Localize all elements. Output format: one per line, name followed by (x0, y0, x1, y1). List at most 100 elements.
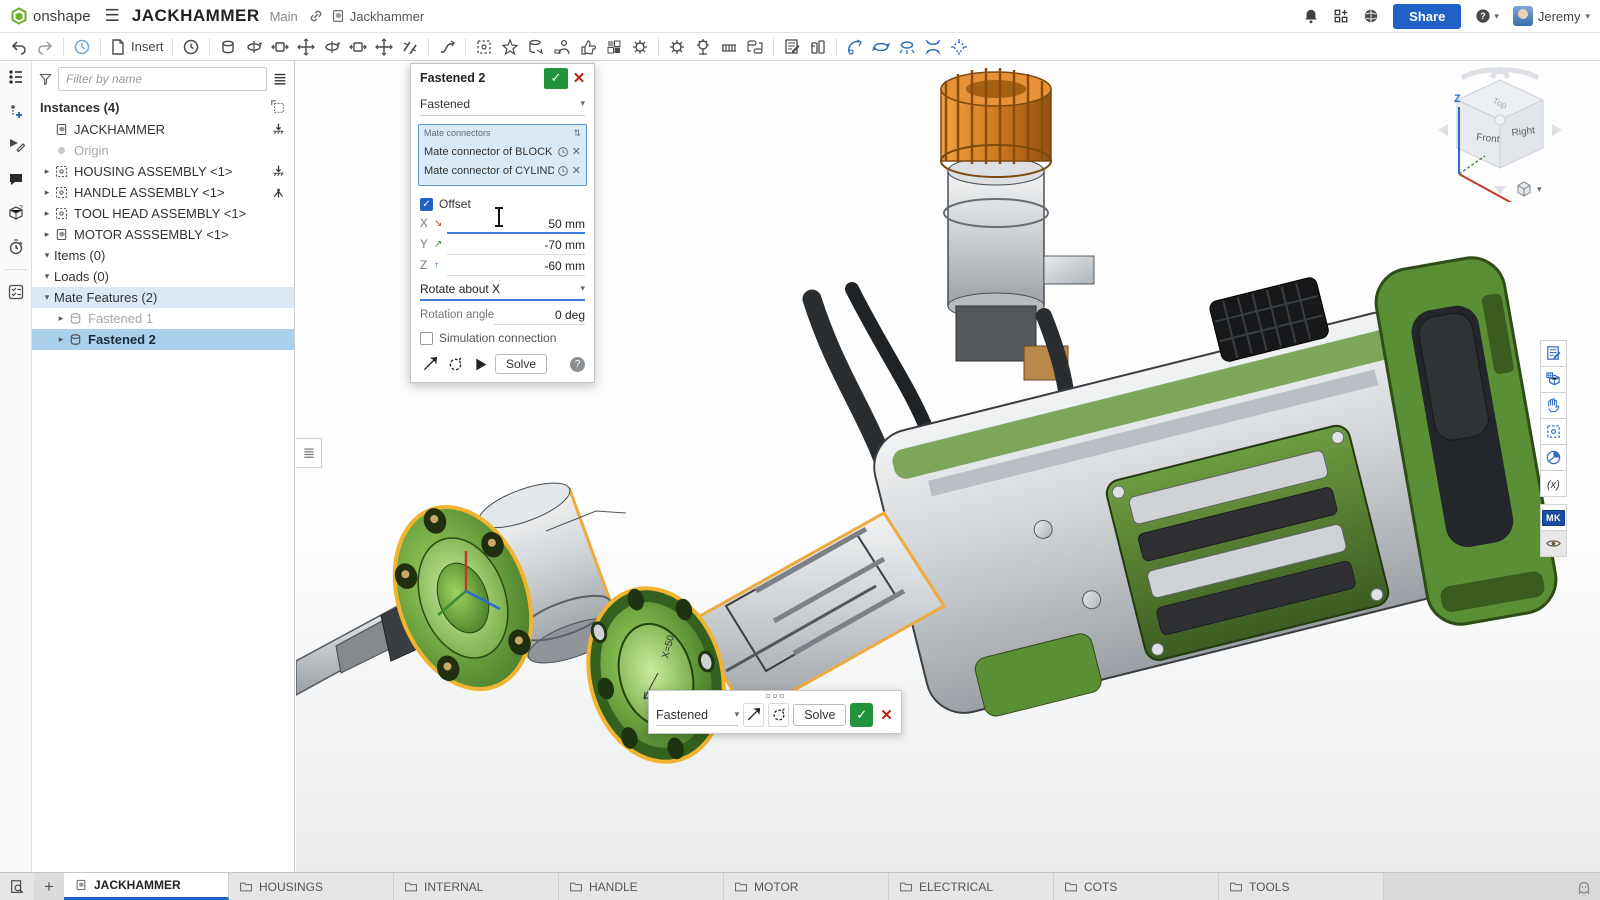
chevron-right-icon[interactable]: ▸ (40, 166, 54, 177)
ghost-icon[interactable] (1576, 879, 1592, 895)
selection-tools-button[interactable] (1540, 392, 1567, 419)
versions-panel-button[interactable] (3, 235, 29, 259)
insert-button[interactable]: Insert (106, 35, 167, 59)
redo-button[interactable] (32, 35, 58, 59)
revolute-mate-button[interactable] (241, 35, 267, 59)
mini-solve-button[interactable]: Solve (793, 704, 846, 726)
offset-z-input[interactable]: -60 mm (447, 256, 585, 276)
help-menu[interactable]: ▾ (1475, 8, 1499, 24)
cylindrical-mate-button[interactable] (319, 35, 345, 59)
panel-flyout-handle[interactable] (296, 438, 322, 468)
toolbar-drag-handle[interactable] (649, 691, 901, 701)
snapshot-button[interactable] (946, 35, 972, 59)
free-drag-icon[interactable] (445, 354, 465, 374)
reorder-icon[interactable]: ⇅ (573, 128, 581, 139)
tab-electrical[interactable]: ELECTRICAL (889, 873, 1054, 900)
solve-button[interactable]: Solve (495, 354, 547, 374)
tab-handle[interactable]: HANDLE (559, 873, 724, 900)
app-store-icon[interactable] (1333, 8, 1349, 24)
sprocket-button[interactable] (690, 35, 716, 59)
logo-wordmark[interactable]: onshape (33, 8, 91, 25)
tab-internal[interactable]: INTERNAL (394, 873, 559, 900)
tree-item-origin[interactable]: Origin (32, 140, 294, 161)
configurations-panel-button[interactable] (3, 99, 29, 123)
tree-section-mate-features[interactable]: ▾ Mate Features (2) (32, 287, 294, 308)
add-tab-button[interactable]: + (34, 873, 64, 900)
clock-icon[interactable] (557, 165, 569, 177)
collapse-view-button[interactable] (920, 35, 946, 59)
hidden-parts-button[interactable] (1540, 418, 1567, 445)
mini-mate-type-select[interactable]: Fastened ▾ (656, 704, 739, 726)
tab-motor[interactable]: MOTOR (724, 873, 889, 900)
tab-housings[interactable]: HOUSINGS (229, 873, 394, 900)
filter-funnel-icon[interactable] (38, 72, 53, 87)
mini-accept-button[interactable]: ✓ (850, 703, 873, 727)
chevron-down-icon[interactable]: ▾ (40, 271, 54, 282)
update-button[interactable] (69, 35, 95, 59)
linked-document[interactable]: Jackhammer (330, 8, 424, 24)
tree-section-loads[interactable]: ▾ Loads (0) (32, 266, 294, 287)
notifications-bell-icon[interactable] (1303, 8, 1319, 24)
mini-mate-connector-button[interactable] (743, 703, 764, 727)
tab-jackhammer[interactable]: JACKHAMMER (64, 873, 229, 900)
mkcad-app-button[interactable]: MK (1540, 504, 1567, 531)
tree-section-items[interactable]: ▾ Items (0) (32, 245, 294, 266)
checklist-panel-button[interactable] (3, 280, 29, 304)
simulation-checkbox[interactable] (420, 332, 433, 345)
document-title[interactable]: JACKHAMMER (132, 6, 260, 26)
user-menu[interactable]: Jeremy ▾ (1513, 6, 1590, 26)
mate-connector-row[interactable]: Mate connector of CYLIND... ✕ (424, 161, 581, 180)
tree-item-fastened-2[interactable]: ▸ Fastened 2 (32, 329, 294, 350)
chevron-down-icon[interactable]: ▾ (40, 292, 54, 303)
link-icon[interactable] (308, 8, 324, 24)
exploded-view-button[interactable] (894, 35, 920, 59)
group-button[interactable] (471, 35, 497, 59)
comments-panel-button[interactable] (3, 167, 29, 191)
insert-position-button[interactable] (549, 35, 575, 59)
search-tabs-button[interactable] (0, 873, 34, 900)
workspace-name[interactable]: Main (270, 9, 298, 24)
offset-x-input[interactable]: 50 mm (447, 214, 585, 234)
section-view-button[interactable] (842, 35, 868, 59)
tree-item-tool-head-assembly[interactable]: ▸ TOOL HEAD ASSEMBLY <1> (32, 203, 294, 224)
fastened-mate-button[interactable] (215, 35, 241, 59)
mate-type-select[interactable]: Fastened ▾ (420, 92, 585, 116)
layout-button[interactable] (601, 35, 627, 59)
rotate-explode-button[interactable] (868, 35, 894, 59)
parallel-mate-button[interactable] (397, 35, 423, 59)
pin-slot-mate-button[interactable] (345, 35, 371, 59)
chevron-right-icon[interactable]: ▸ (40, 208, 54, 219)
swap-instances-button[interactable] (742, 35, 768, 59)
offset-y-input[interactable]: -70 mm (447, 235, 585, 255)
named-views-button[interactable] (779, 35, 805, 59)
rotation-angle-input[interactable]: 0 deg (494, 305, 585, 325)
implicit-mate-icon[interactable] (271, 185, 286, 200)
revision-history-button[interactable] (178, 35, 204, 59)
variables-button[interactable] (1540, 470, 1567, 497)
tab-tools[interactable]: TOOLS (1219, 873, 1384, 900)
visibility-app-button[interactable] (1540, 530, 1567, 557)
display-states-button[interactable] (805, 35, 831, 59)
mate-connector-row[interactable]: Mate connector of BLOCK ... ✕ (424, 142, 581, 161)
ball-mate-button[interactable] (371, 35, 397, 59)
fixed-icon[interactable] (271, 122, 286, 137)
instances-panel-button[interactable] (3, 65, 29, 89)
mini-free-drag-button[interactable] (768, 703, 789, 727)
rack-pinion-button[interactable] (716, 35, 742, 59)
view-cube[interactable]: Front Right Top Z X (1432, 62, 1568, 202)
cancel-button[interactable]: ✕ (568, 68, 590, 89)
tree-item-jackhammer[interactable]: JACKHAMMER (32, 119, 294, 140)
fixed-icon[interactable] (271, 164, 286, 179)
community-globe-icon[interactable] (1363, 8, 1379, 24)
motor-assembly-3d[interactable] (941, 68, 1094, 380)
onshape-logo-icon[interactable] (10, 7, 28, 25)
mass-properties-button[interactable] (1540, 444, 1567, 471)
rotate-about-select[interactable]: Rotate about X ▾ (420, 278, 585, 301)
tab-cots[interactable]: COTS (1054, 873, 1219, 900)
undo-button[interactable] (6, 35, 32, 59)
tree-item-handle-assembly[interactable]: ▸ HANDLE ASSEMBLY <1> (32, 182, 294, 203)
offset-checkbox-row[interactable]: ✓ Offset (411, 192, 594, 213)
clock-icon[interactable] (557, 146, 569, 158)
add-instance-icon[interactable] (270, 99, 286, 115)
hamburger-menu-icon[interactable]: ☰ (105, 6, 120, 26)
